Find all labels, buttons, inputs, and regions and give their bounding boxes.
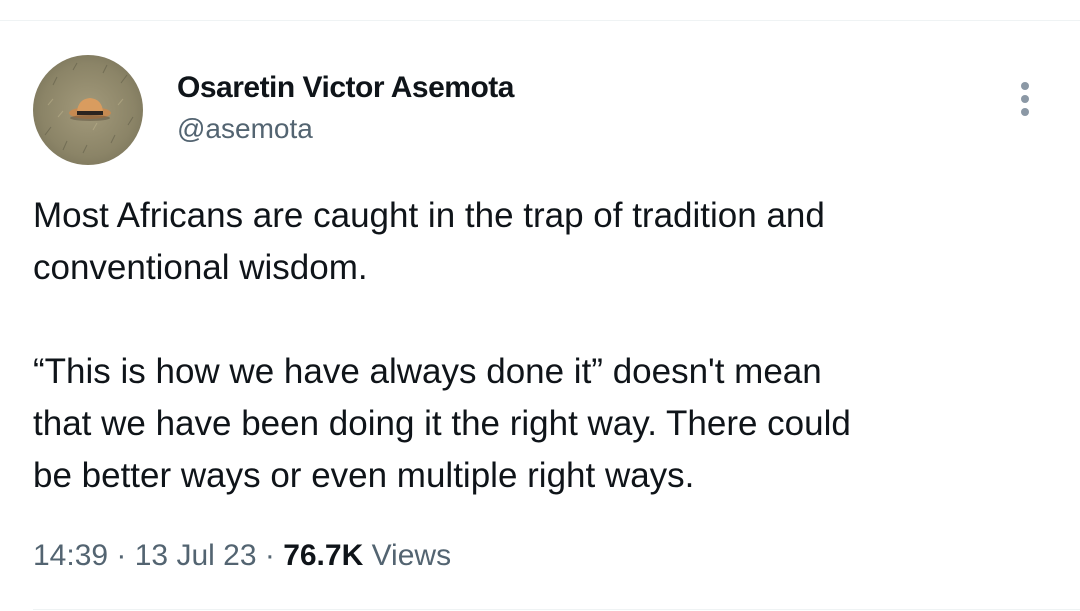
meta-separator: · (256, 539, 284, 572)
tweet: Osaretin Victor Asemota @asemota Most Af… (0, 0, 1080, 611)
avatar[interactable] (33, 55, 143, 165)
views-label[interactable]: Views (363, 539, 452, 572)
avatar-image (33, 55, 143, 165)
tweet-text: Most Africans are caught in the trap of … (33, 190, 1043, 502)
views-count[interactable]: 76.7K (283, 539, 363, 572)
author-display-name[interactable]: Osaretin Victor Asemota (177, 68, 514, 108)
tweet-meta: 14:39 · 13 Jul 23 · 76.7K Views (33, 536, 451, 576)
more-options-button[interactable] (1008, 78, 1042, 120)
tweet-time[interactable]: 14:39 (33, 539, 108, 572)
bottom-divider (33, 609, 1080, 610)
author-handle[interactable]: @asemota (177, 110, 514, 148)
tweet-paragraph: Most Africans are caught in the trap of … (33, 196, 825, 287)
meta-separator: · (108, 539, 135, 572)
tweet-paragraph: “This is how we have always done it” doe… (33, 352, 851, 495)
author-info: Osaretin Victor Asemota @asemota (177, 68, 514, 148)
tweet-date[interactable]: 13 Jul 23 (135, 539, 257, 572)
more-vertical-icon (1021, 82, 1029, 116)
